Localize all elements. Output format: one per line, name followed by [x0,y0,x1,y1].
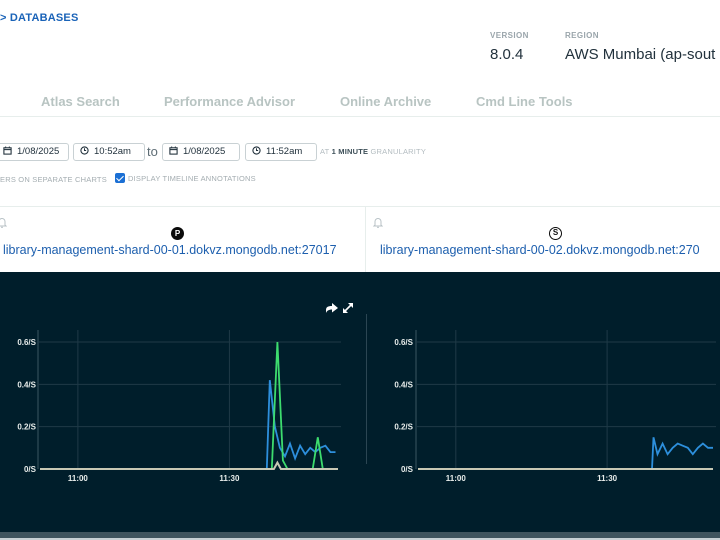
start-time-value: 10:52am [94,146,131,157]
annotations-label: DISPLAY TIMELINE ANNOTATIONS [128,173,256,183]
to-label: to [147,144,158,159]
tab-online-archive[interactable]: Online Archive [340,94,431,109]
region-label: REGION [565,31,599,40]
secondary-badge: S [549,227,562,240]
bell-icon[interactable] [373,217,383,228]
calendar-icon [169,146,178,155]
version-value: 8.0.4 [490,46,524,63]
host-header-primary: P library-management-shard-00-01.dokvz.m… [0,207,366,273]
granularity-value[interactable]: 1 MINUTE [332,147,369,156]
horizontal-scrollbar[interactable] [0,532,720,540]
end-time-input[interactable]: 11:52am [245,143,317,161]
start-time-input[interactable]: 10:52am [73,143,145,161]
calendar-icon [3,146,12,155]
tab-atlas-search[interactable]: Atlas Search [41,94,120,109]
end-time-value: 11:52am [266,146,303,157]
charts-panel [0,272,720,532]
start-date-value: 1/08/2025 [17,146,60,157]
version-info: VERSION 8.0.4 [490,31,529,63]
tab-bar: Atlas Search Performance Advisor Online … [0,88,720,117]
host-link-primary[interactable]: library-management-shard-00-01.dokvz.mon… [3,243,337,257]
clock-icon [80,146,89,155]
host-header-secondary: S library-management-shard-00-02.dokvz.m… [366,207,720,273]
primary-badge: P [171,227,184,240]
region-info: REGION AWS Mumbai (ap-sout [565,31,715,63]
region-value: AWS Mumbai (ap-sout [565,46,716,63]
start-date-input[interactable]: 1/08/2025 [0,143,69,161]
tab-performance-advisor[interactable]: Performance Advisor [164,94,295,109]
separate-charts-option[interactable]: ERS ON SEPARATE CHARTS [0,175,107,184]
annotations-checkbox[interactable] [115,173,125,183]
granularity-text: AT 1 MINUTE GRANULARITY [320,147,426,156]
breadcrumb[interactable]: > DATABASES [0,12,79,24]
end-date-value: 1/08/2025 [183,146,226,157]
bell-icon[interactable] [0,217,7,228]
granularity-prefix: AT [320,147,330,156]
chart-toolbar [325,302,354,314]
clock-icon [252,146,261,155]
granularity-suffix: GRANULARITY [370,147,427,156]
timeline-annotations-option[interactable]: DISPLAY TIMELINE ANNOTATIONS [115,173,256,183]
share-icon[interactable] [325,302,339,314]
host-link-secondary[interactable]: library-management-shard-00-02.dokvz.mon… [380,243,700,257]
version-label: VERSION [490,31,529,40]
end-date-input[interactable]: 1/08/2025 [162,143,240,161]
host-headers: P library-management-shard-00-01.dokvz.m… [0,206,720,273]
chart-divider [366,314,367,464]
tab-cmd-line-tools[interactable]: Cmd Line Tools [476,94,573,109]
expand-icon[interactable] [342,302,354,314]
